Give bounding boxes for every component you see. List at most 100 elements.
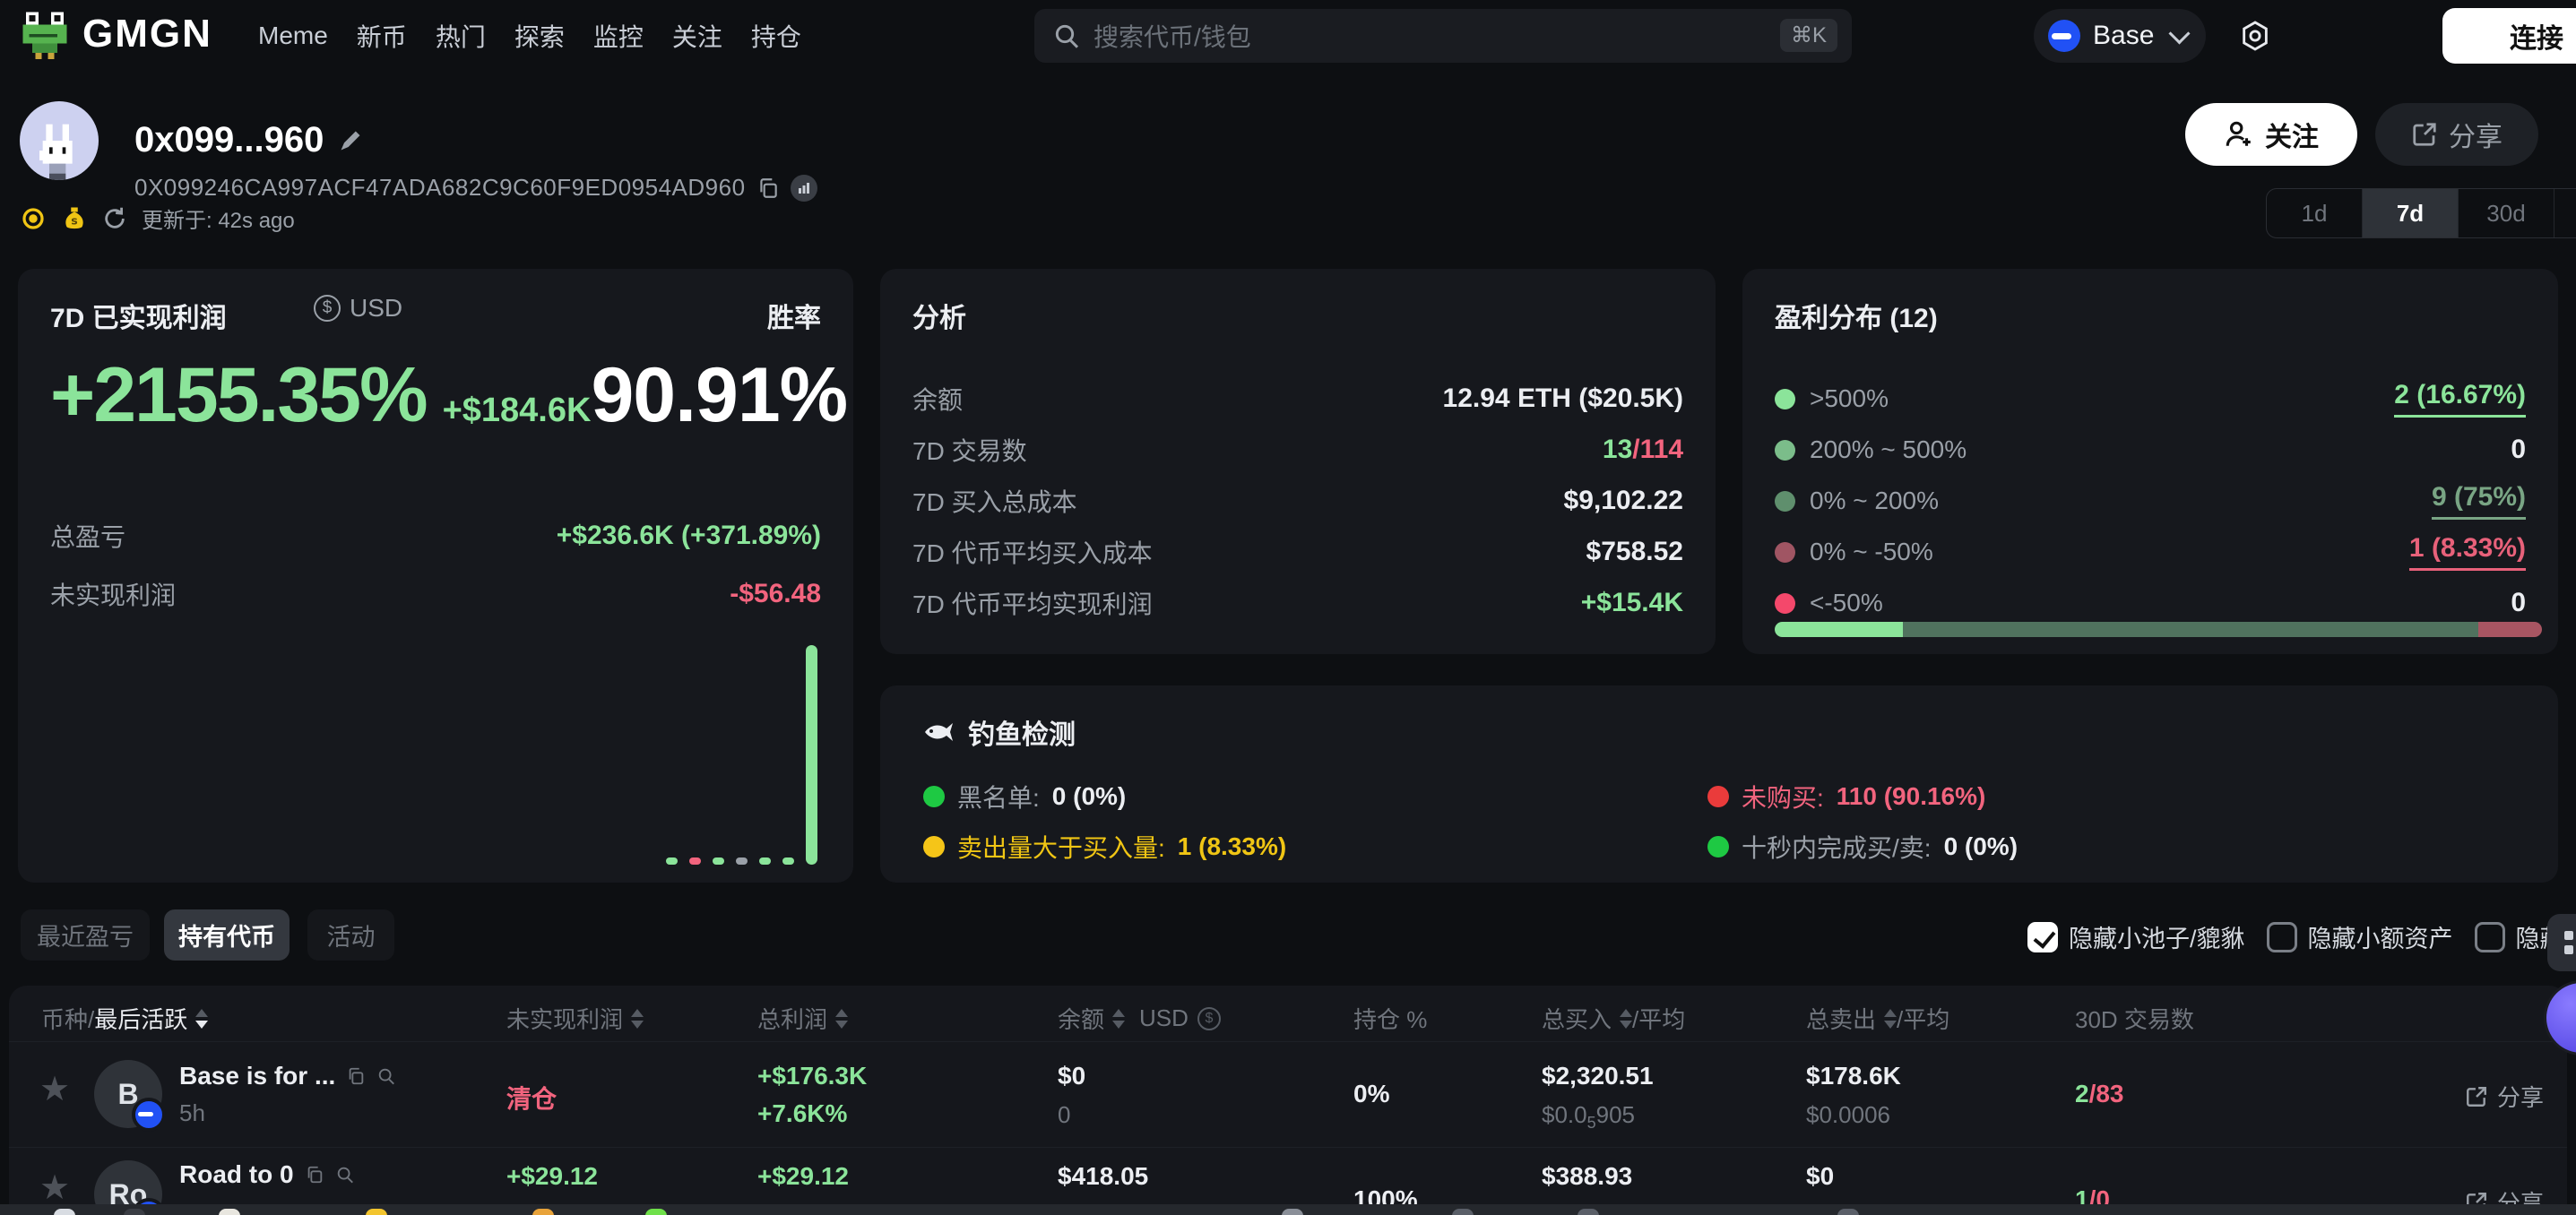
- range-value-link[interactable]: 2 (16.67%): [2394, 380, 2526, 418]
- pnl-card-title: 7D 已实现利润: [50, 296, 227, 335]
- filter-checkbox[interactable]: [2027, 922, 2058, 952]
- row-value: 12.94 ETH ($20.5K): [1443, 383, 1683, 414]
- nav-item-monitor[interactable]: 监控: [593, 18, 644, 54]
- edit-pencil-icon[interactable]: [338, 128, 363, 153]
- nav-item-meme[interactable]: Meme: [258, 22, 328, 50]
- range-dot: [1775, 491, 1795, 512]
- col-profit-sort[interactable]: 总利润: [757, 1002, 848, 1035]
- favorite-star-icon[interactable]: ★: [39, 1073, 70, 1107]
- filter-hide-small-assets[interactable]: 隐藏小额资产: [2267, 919, 2453, 954]
- phishing-value: 0 (0%): [1052, 782, 1126, 811]
- chain-selector[interactable]: Base: [2034, 9, 2206, 63]
- col-unrealized-sort[interactable]: 未实现利润: [506, 1002, 644, 1035]
- unrealized-row: 未实现利润 -$56.48: [50, 576, 821, 612]
- col-suffix: /平均: [1632, 1002, 1685, 1035]
- copy-icon[interactable]: [305, 1165, 324, 1185]
- sort-icon: [1112, 1009, 1125, 1029]
- analysis-row: 余额 12.94 ETH ($20.5K): [912, 383, 1683, 415]
- status-dot: [923, 786, 945, 807]
- sort-icon: [195, 1009, 208, 1029]
- search-icon[interactable]: [335, 1165, 355, 1185]
- period-tab-30d[interactable]: 30d: [2458, 189, 2554, 237]
- tab-recent-pnl[interactable]: 最近盈亏: [21, 909, 150, 961]
- analysis-card: 分析 余额 12.94 ETH ($20.5K) 7D 交易数 13/114 7…: [880, 269, 1716, 654]
- nav-item-positions[interactable]: 持仓: [751, 18, 801, 54]
- distribution-row: <-50% 0: [1775, 587, 2526, 619]
- row-value: $758.52: [1586, 537, 1683, 567]
- analysis-row: 7D 交易数 13/114: [912, 434, 1683, 466]
- pnl-big-row: +2155.35%+$184.6K 90.91%: [50, 351, 821, 440]
- nav-menu: Meme 新币 热门 探索 监控 关注 持仓: [258, 0, 801, 72]
- nav-item-explore[interactable]: 探索: [514, 18, 565, 54]
- share-button[interactable]: 分享: [2375, 103, 2538, 166]
- follow-button[interactable]: 关注: [2185, 103, 2357, 166]
- favorite-star-icon[interactable]: ★: [39, 1171, 70, 1205]
- grid-icon: [2564, 931, 2576, 954]
- nav-item-trending[interactable]: 热门: [436, 18, 486, 54]
- period-tab-1d[interactable]: 1d: [2267, 189, 2362, 237]
- filter-label: 隐藏小额资产: [2308, 919, 2453, 954]
- nav-item-follow[interactable]: 关注: [672, 18, 722, 54]
- range-label: 0% ~ -50%: [1810, 538, 1933, 566]
- search-input[interactable]: 搜索代币/钱包 ⌘K: [1034, 9, 1852, 63]
- currency-toggle[interactable]: $ USD: [314, 294, 402, 323]
- col-label: 总买入: [1542, 1002, 1612, 1035]
- unrealized-value: -$56.48: [730, 579, 821, 609]
- col-balance-sort[interactable]: 余额 USD $: [1058, 1002, 1221, 1035]
- distribution-row: 200% ~ 500% 0: [1775, 434, 2526, 466]
- col-sell-sort[interactable]: 总卖出 /平均: [1806, 1002, 1949, 1035]
- distribution-row: >500% 2 (16.67%): [1775, 383, 2526, 415]
- distribution-row: 0% ~ 200% 9 (75%): [1775, 485, 2526, 517]
- copy-icon[interactable]: [756, 177, 780, 200]
- phishing-item: 卖出量大于买入量: 1 (8.33%): [923, 829, 1286, 865]
- row-value: $9,102.22: [1564, 486, 1683, 516]
- phishing-value: 110 (90.16%): [1837, 782, 1986, 811]
- phishing-label: 黑名单:: [957, 779, 1040, 814]
- token-name[interactable]: Road to 0: [179, 1160, 355, 1189]
- status-dot: [1707, 786, 1729, 807]
- filter-checkbox[interactable]: [2267, 922, 2297, 952]
- status-dot: [1707, 836, 1729, 857]
- filter-hide-small-pool[interactable]: 隐藏小池子/貔貅: [2027, 919, 2245, 954]
- logo-text: GMGN: [82, 12, 212, 56]
- pnl-percent: +2155.35%: [50, 352, 427, 438]
- refresh-icon[interactable]: [102, 206, 127, 231]
- phishing-title-row: 钓鱼检测: [923, 712, 1076, 752]
- col-buy-sort[interactable]: 总买入 /平均: [1542, 1002, 1685, 1035]
- copy-icon[interactable]: [346, 1066, 366, 1086]
- token-name[interactable]: Base is for ...: [179, 1062, 396, 1090]
- range-value-link[interactable]: 9 (75%): [2432, 482, 2526, 520]
- nav-item-new[interactable]: 新币: [357, 18, 407, 54]
- col-token-sort[interactable]: 币种/最后活跃: [41, 1002, 208, 1035]
- row-share-button[interactable]: 分享: [2465, 1080, 2544, 1113]
- search-icon[interactable]: [376, 1066, 396, 1086]
- cell-profit: +$29.12: [757, 1162, 849, 1191]
- period-tab-7d[interactable]: 7d: [2362, 189, 2458, 237]
- scan-icon[interactable]: [791, 175, 817, 202]
- col-label: 总利润: [757, 1002, 827, 1035]
- sort-icon: [631, 1009, 644, 1029]
- fish-icon: [923, 720, 954, 744]
- filter-checkbox[interactable]: [2475, 922, 2505, 952]
- phishing-item: 十秒内完成买/卖: 0 (0%): [1707, 829, 2018, 865]
- share-label: 分享: [2497, 1080, 2544, 1113]
- connect-wallet-button[interactable]: 连接: [2442, 8, 2576, 64]
- table-row[interactable]: ★ B Base is for ... 5h 清仓 +$176.3K +7.6K…: [9, 1041, 2567, 1148]
- total-pnl-label: 总盈亏: [50, 518, 125, 554]
- pnl-amount: +$184.6K: [443, 392, 592, 429]
- cell-sell-total: $0: [1806, 1162, 1834, 1191]
- token-last-active: 5h: [179, 1099, 205, 1127]
- settings-gear-button[interactable]: [2238, 19, 2272, 53]
- period-tab-all[interactable]: 全部: [2554, 189, 2576, 237]
- gmgn-logo[interactable]: GMGN: [20, 9, 212, 59]
- table-header: 币种/最后活跃 未实现利润 总利润 余额 USD $ 持仓 % 总买入: [9, 986, 2567, 1041]
- usd-circle-icon[interactable]: $: [1197, 1007, 1221, 1030]
- total-pnl-value: +$236.6K (+371.89%): [557, 521, 821, 551]
- footer-bar: [0, 1204, 2576, 1215]
- tab-holdings[interactable]: 持有代币: [164, 909, 290, 961]
- floating-panel-button[interactable]: [2547, 914, 2576, 971]
- tab-activity[interactable]: 活动: [307, 909, 394, 961]
- col-token-main: 最后活跃: [94, 1002, 187, 1035]
- col-balance-unit: USD: [1139, 1004, 1189, 1032]
- range-value-link[interactable]: 1 (8.33%): [2409, 533, 2526, 571]
